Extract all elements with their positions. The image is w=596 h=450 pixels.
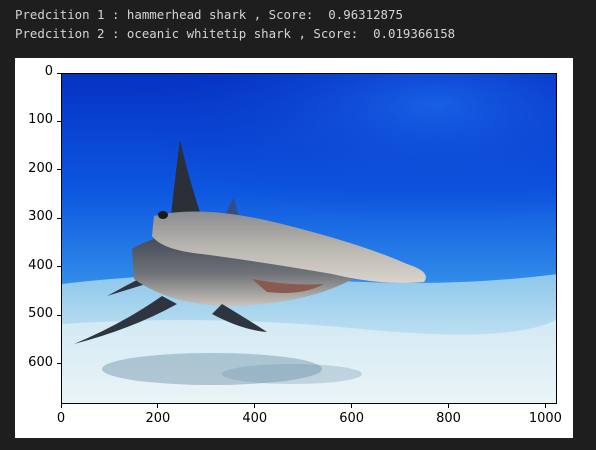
y-tick-mark [57, 314, 61, 316]
x-tick-label: 800 [436, 411, 461, 426]
x-tick-label: 200 [145, 411, 171, 426]
x-tick-label: 0 [56, 411, 66, 426]
y-tick-mark [57, 169, 61, 171]
prediction-1-output: Predcition 1 : hammerhead shark , Score:… [15, 7, 403, 22]
x-tick-label: 600 [339, 411, 365, 426]
x-tick-mark [60, 404, 62, 408]
y-tick-mark [57, 120, 61, 122]
x-tick-label: 400 [242, 411, 268, 426]
y-tick-label: 200 [28, 160, 53, 176]
y-tick-label: 0 [44, 64, 53, 79]
y-tick-mark [57, 217, 61, 219]
y-tick-label: 600 [28, 354, 53, 370]
y-tick-label: 100 [28, 112, 53, 128]
matplotlib-figure: 0 100 200 300 400 500 600 0 200 400 600 800 1000 [15, 58, 573, 438]
prediction-2-output: Predcition 2 : oceanic whitetip shark , … [15, 26, 456, 41]
x-tick-mark [448, 404, 449, 408]
shark-image [62, 74, 556, 403]
y-tick-mark [57, 72, 61, 74]
x-tick-mark [254, 404, 256, 408]
x-tick-label: 1000 [528, 411, 562, 426]
y-tick-mark [57, 266, 61, 268]
y-tick-label: 400 [28, 257, 53, 273]
x-tick-mark [157, 404, 159, 408]
x-tick-mark [351, 404, 353, 408]
y-tick-label: 500 [28, 306, 53, 322]
x-tick-mark [544, 404, 546, 408]
y-tick-mark [57, 363, 61, 365]
image-axes [61, 73, 557, 404]
y-tick-label: 300 [28, 209, 53, 225]
